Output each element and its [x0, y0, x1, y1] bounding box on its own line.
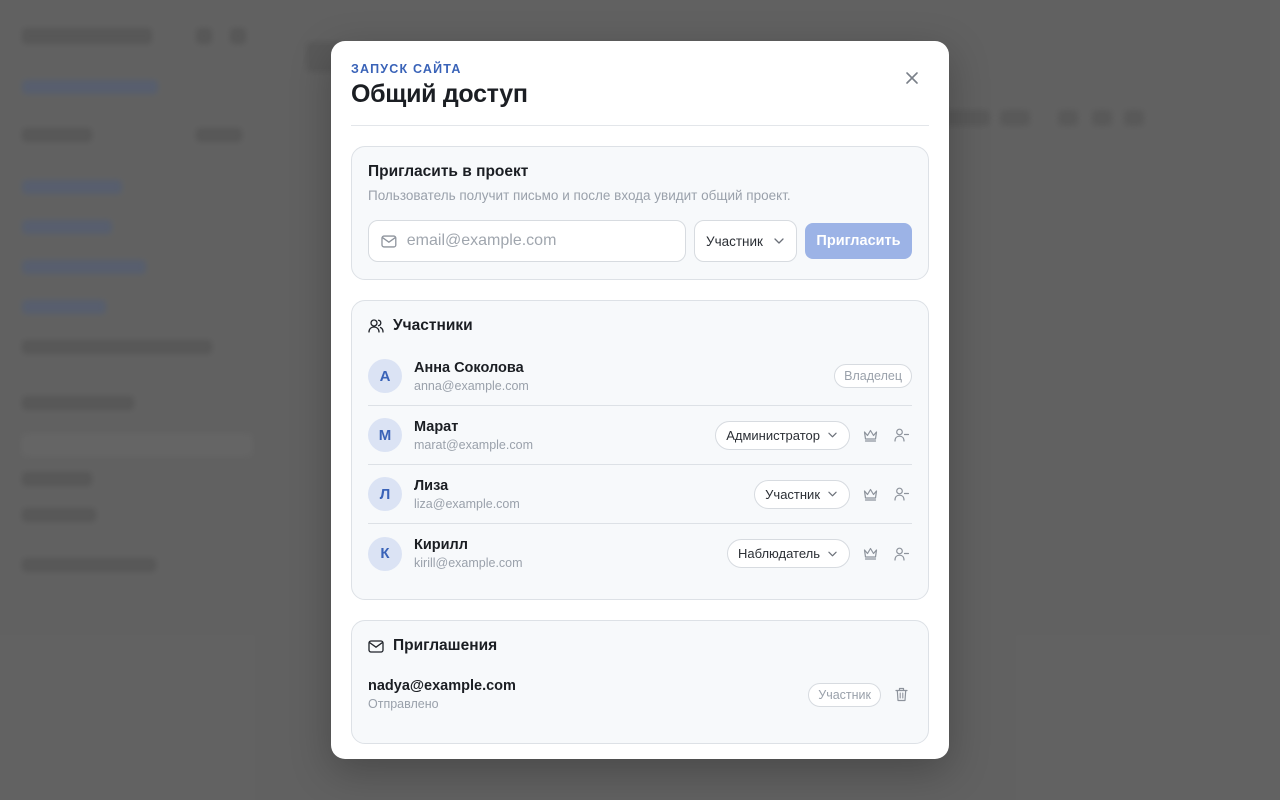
chevron-down-icon [774, 238, 784, 244]
member-role-value: Наблюдатель [737, 546, 820, 561]
invitations-card: Приглашения nadya@example.com Отправлено… [351, 620, 929, 744]
close-button[interactable] [901, 67, 923, 89]
invite-button[interactable]: Пригласить [805, 223, 912, 259]
trash-icon [894, 687, 908, 702]
crown-icon [863, 488, 877, 501]
user-minus-icon [893, 547, 909, 561]
invitations-header: Приглашения [368, 637, 912, 655]
invitation-status: Отправлено [368, 697, 439, 711]
member-email: liza@example.com [414, 496, 520, 511]
email-field[interactable] [368, 220, 686, 262]
header-divider [351, 125, 929, 126]
transfer-ownership-button[interactable] [859, 543, 881, 565]
invite-card: Пригласить в проект Пользователь получит… [351, 146, 929, 280]
invite-subtitle: Пользователь получит письмо и после вход… [368, 188, 791, 203]
member-role-value: Администратор [726, 427, 820, 443]
chevron-down-icon [828, 432, 837, 438]
user-minus-icon [893, 428, 909, 442]
remove-member-button[interactable] [890, 424, 912, 446]
chevron-down-icon [828, 491, 837, 497]
member-name: Марат [414, 418, 459, 435]
chevron-down-icon [828, 551, 837, 556]
avatar: М [368, 418, 402, 452]
member-role-select[interactable]: Наблюдатель [726, 539, 850, 568]
member-row: А Анна Соколова anna@example.com Владеле… [368, 347, 912, 406]
crown-icon [863, 429, 877, 442]
transfer-ownership-button[interactable] [859, 483, 881, 505]
invitations-title: Приглашения [393, 637, 498, 654]
email-input[interactable] [406, 232, 673, 250]
members-card: Участники А Анна Соколова anna@example.c… [351, 300, 929, 600]
remove-member-button[interactable] [890, 543, 912, 565]
member-row: М Марат marat@example.com Администратор [368, 406, 912, 465]
member-name: Анна Соколова [414, 359, 524, 376]
member-name: Лиза [414, 477, 449, 494]
member-row: К Кирилл kirill@example.com Наблюдатель [368, 524, 912, 583]
member-email: kirill@example.com [414, 556, 523, 570]
avatar: А [368, 359, 402, 393]
users-icon [368, 319, 384, 333]
delete-invitation-button[interactable] [890, 684, 912, 706]
member-email: marat@example.com [414, 437, 533, 452]
member-email: anna@example.com [414, 378, 529, 393]
modal-eyebrow: ЗАПУСК САЙТА [351, 62, 462, 76]
invitation-row: nadya@example.com Отправлено Участник [368, 678, 912, 711]
mail-icon [368, 639, 384, 653]
invite-form: Участник Пригласить [368, 220, 912, 262]
close-icon [906, 72, 918, 84]
user-minus-icon [893, 487, 909, 501]
members-header: Участники [368, 317, 912, 335]
members-list: А Анна Соколова anna@example.com Владеле… [368, 347, 912, 583]
transfer-ownership-button[interactable] [859, 424, 881, 446]
owner-badge: Владелец [834, 364, 912, 388]
share-modal: ЗАПУСК САЙТА Общий доступ Пригласить в п… [331, 41, 949, 759]
member-role-value: Участник [765, 486, 820, 502]
member-name: Кирилл [414, 537, 468, 553]
invite-role-value: Участник [706, 233, 763, 249]
modal-title: Общий доступ [351, 80, 528, 108]
avatar: К [368, 536, 402, 571]
invite-role-select[interactable]: Участник [694, 220, 797, 262]
avatar: Л [368, 477, 402, 511]
member-row: Л Лиза liza@example.com Участник [368, 465, 912, 524]
invite-title: Пригласить в проект [368, 163, 529, 180]
invitation-email: nadya@example.com [368, 678, 516, 694]
remove-member-button[interactable] [890, 483, 912, 505]
mail-icon [381, 234, 397, 248]
invitation-role-badge: Участник [808, 682, 881, 707]
member-role-select[interactable]: Участник [754, 479, 850, 509]
members-title: Участники [393, 317, 473, 334]
member-role-select[interactable]: Администратор [715, 420, 850, 450]
crown-icon [863, 547, 877, 560]
